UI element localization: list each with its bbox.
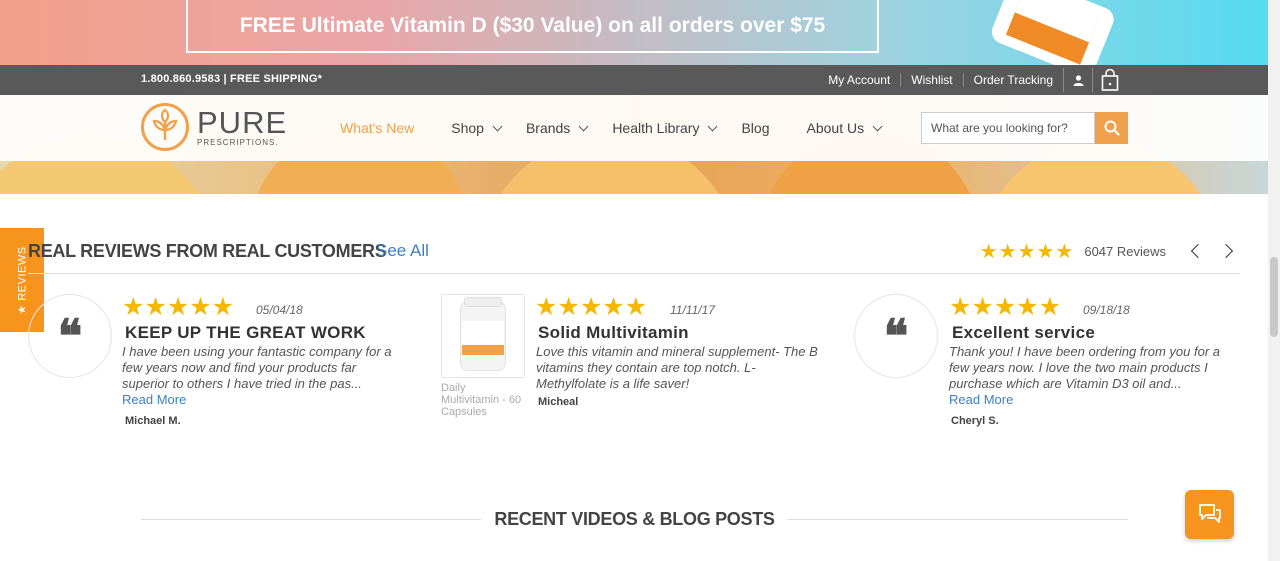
quote-icon: ❝ [28, 294, 112, 378]
logo-wordmark: PURE [197, 104, 288, 140]
review-author: Cheryl S. [951, 415, 999, 427]
nav-brands[interactable]: Brands [526, 120, 589, 136]
chat-button[interactable] [1185, 490, 1234, 539]
utility-bar: 1.800.860.9583 | FREE SHIPPING* My Accou… [0, 65, 1268, 95]
review-author: Michael M. [125, 415, 181, 427]
wishlist-link[interactable]: Wishlist [901, 73, 964, 87]
read-more-link[interactable]: Read More [949, 392, 1013, 407]
search-bar [921, 112, 1128, 144]
promo-box[interactable]: FREE Ultimate Vitamin D ($30 Value) on a… [186, 0, 879, 53]
quote-icon: ❝ [854, 294, 938, 378]
chevron-down-icon [708, 121, 718, 131]
cart-bag-icon[interactable] [1093, 68, 1127, 92]
nav-shop[interactable]: Shop [451, 120, 503, 136]
vitamin-d-bottle-image [980, 0, 1131, 65]
search-input[interactable] [921, 112, 1095, 144]
product-caption[interactable]: Daily Multivitamin - 60 Capsules [441, 382, 525, 418]
phone-shipping-text: 1.800.860.9583 | FREE SHIPPING* [141, 73, 323, 85]
chevron-down-icon [578, 121, 589, 131]
review-title: Excellent service [952, 323, 1096, 342]
review-author: Micheal [538, 396, 579, 408]
product-image[interactable] [441, 294, 525, 378]
page-scrollbar[interactable] [1268, 0, 1280, 561]
review-stars: ★★★★★ [122, 293, 235, 321]
chat-icon [1198, 503, 1221, 523]
nav-about-us[interactable]: About Us [807, 120, 883, 136]
review-stars: ★★★★★ [949, 293, 1062, 321]
review-stars: ★★★★★ [535, 293, 648, 321]
review-date: 11/11/17 [670, 303, 715, 317]
my-account-link[interactable]: My Account [818, 73, 902, 87]
review-date: 09/18/18 [1083, 303, 1130, 317]
main-navigation: PURE PRESCRIPTIONS. What's New Shop Bran… [0, 95, 1268, 161]
reviews-summary: ★★★★★ 6047 Reviews [979, 240, 1240, 263]
leaf-logo-icon [141, 103, 189, 151]
reviews-tab-label: ★ REVIEWS [16, 245, 29, 315]
divider [787, 519, 1128, 520]
user-icon[interactable] [1063, 68, 1093, 92]
review-date: 05/04/18 [256, 303, 303, 317]
see-all-link[interactable]: See All [376, 241, 429, 261]
review-body: Thank you! I have been ordering from you… [949, 344, 1220, 391]
chevron-down-icon [872, 121, 883, 131]
reviews-header: REAL REVIEWS FROM REAL CUSTOMERS See All… [28, 240, 1240, 274]
review-count: 6047 Reviews [1084, 243, 1166, 259]
nav-health-library[interactable]: Health Library [612, 120, 718, 136]
review-body: Love this vitamin and mineral supplement… [536, 344, 818, 391]
search-button[interactable] [1095, 112, 1128, 144]
logo-subtitle: PRESCRIPTIONS. [197, 137, 279, 147]
promo-banner[interactable]: FREE Ultimate Vitamin D ($30 Value) on a… [0, 0, 1268, 65]
nav-blog[interactable]: Blog [741, 120, 769, 136]
previous-arrow-icon[interactable] [1190, 243, 1206, 259]
recent-posts-heading: RECENT VIDEOS & BLOG POSTS [141, 508, 1128, 532]
promo-text: FREE Ultimate Vitamin D ($30 Value) on a… [239, 13, 826, 37]
rating-stars: ★★★★★ [979, 240, 1075, 263]
account-links: My Account Wishlist Order Tracking [818, 65, 1127, 95]
reviews-title: REAL REVIEWS FROM REAL CUSTOMERS [28, 241, 387, 261]
search-icon [1104, 120, 1120, 136]
review-title: KEEP UP THE GREAT WORK [125, 323, 366, 342]
order-tracking-link[interactable]: Order Tracking [964, 73, 1063, 87]
pure-prescriptions-logo[interactable]: PURE PRESCRIPTIONS. [141, 103, 287, 151]
scrollbar-thumb[interactable] [1270, 257, 1278, 337]
review-body: I have been using your fantastic company… [122, 344, 392, 391]
read-more-link[interactable]: Read More [122, 392, 186, 407]
chevron-down-icon [492, 121, 503, 131]
nav-whats-new[interactable]: What's New [340, 120, 414, 136]
next-arrow-icon[interactable] [1218, 243, 1234, 259]
main-menu: What's New Shop Brands Health Library Bl… [340, 95, 883, 161]
review-title: Solid Multivitamin [538, 323, 689, 342]
